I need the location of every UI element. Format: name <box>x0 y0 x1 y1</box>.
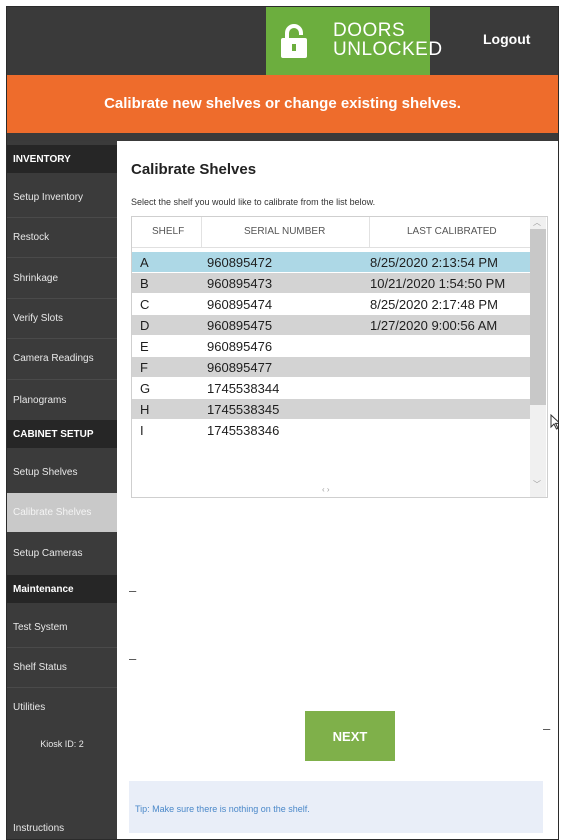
vertical-scrollbar[interactable]: ︿ ﹀ <box>530 217 546 497</box>
header-separator <box>7 133 558 141</box>
cell-shelf: I <box>140 423 144 438</box>
sidebar-section-inventory: INVENTORY <box>7 145 117 173</box>
doors-unlocked-badge: DOORS UNLOCKED <box>266 7 442 75</box>
tip-box: Tip: Make sure there is nothing on the s… <box>129 781 543 833</box>
cell-shelf: C <box>140 297 150 312</box>
column-header-serial-number[interactable]: SERIAL NUMBER <box>244 226 325 237</box>
cell-serial: 960895474 <box>207 297 273 312</box>
page-title: Calibrate Shelves <box>131 161 257 178</box>
cell-shelf: B <box>140 276 149 291</box>
cell-serial: 960895475 <box>207 318 273 333</box>
table-header: SHELF SERIAL NUMBER LAST CALIBRATED <box>132 217 530 248</box>
dash-marker: – <box>129 583 137 598</box>
column-header-shelf[interactable]: SHELF <box>152 226 184 237</box>
dash-marker: – <box>129 651 137 666</box>
doors-unlocked-text: DOORS UNLOCKED <box>333 21 443 59</box>
cell-shelf: D <box>140 318 150 333</box>
cell-serial: 1745538345 <box>207 402 280 417</box>
table-row[interactable]: F 960895477 <box>132 357 530 377</box>
cell-serial: 960895477 <box>207 360 273 375</box>
cell-shelf: H <box>140 402 150 417</box>
sidebar-item-restock[interactable]: Restock <box>7 218 117 257</box>
sidebar: INVENTORY Setup Inventory Restock Shrink… <box>7 141 117 839</box>
sidebar-item-setup-cameras[interactable]: Setup Cameras <box>7 534 117 573</box>
sidebar-section-maintenance: Maintenance <box>7 575 117 603</box>
cell-last-calibrated: 10/21/2020 1:54:50 PM <box>370 276 506 291</box>
cell-serial: 960895472 <box>207 255 273 270</box>
tip-text: Tip: Make sure there is nothing on the s… <box>135 804 310 814</box>
cell-serial: 960895476 <box>207 339 273 354</box>
sidebar-item-test-system[interactable]: Test System <box>7 608 117 647</box>
column-separator <box>201 217 202 247</box>
sidebar-item-shrinkage[interactable]: Shrinkage <box>7 259 117 298</box>
kiosk-id-label: Kiosk ID: 2 <box>40 739 84 749</box>
column-separator <box>369 217 370 247</box>
sidebar-divider <box>7 257 117 258</box>
sidebar-item-calibrate-shelves[interactable]: Calibrate Shelves <box>7 493 117 532</box>
sidebar-item-setup-inventory[interactable]: Setup Inventory <box>7 178 117 217</box>
shelf-table: SHELF SERIAL NUMBER LAST CALIBRATED A 96… <box>131 216 548 498</box>
horizontal-scroll-arrows-icon[interactable]: ‹ › <box>322 485 330 494</box>
banner-text: Calibrate new shelves or change existing… <box>104 95 461 112</box>
badge-line-2: UNLOCKED <box>333 39 443 60</box>
cell-last-calibrated: 1/27/2020 9:00:56 AM <box>370 318 498 333</box>
table-row[interactable]: C 960895474 8/25/2020 2:17:48 PM <box>132 294 530 314</box>
unlocked-padlock-icon <box>281 24 307 58</box>
cell-serial: 960895473 <box>207 276 273 291</box>
sidebar-item-camera-readings[interactable]: Camera Readings <box>7 339 117 378</box>
logout-button[interactable]: Logout <box>483 31 530 47</box>
top-bar: DOORS UNLOCKED Logout <box>7 7 558 75</box>
dash-marker: – <box>543 721 551 736</box>
page-subtitle: Select the shelf you would like to calib… <box>131 197 376 207</box>
next-button[interactable]: NEXT <box>305 711 395 761</box>
table-row[interactable]: E 960895476 <box>132 336 530 356</box>
scroll-up-icon[interactable]: ︿ <box>533 217 541 228</box>
instructions-link[interactable]: Instructions <box>13 823 64 834</box>
table-row[interactable]: I 1745538346 <box>132 420 530 440</box>
instruction-banner: Calibrate new shelves or change existing… <box>7 75 558 133</box>
sidebar-item-verify-slots[interactable]: Verify Slots <box>7 299 117 338</box>
scroll-down-icon[interactable]: ﹀ <box>533 479 541 490</box>
sidebar-section-cabinet-setup: CABINET SETUP <box>7 420 117 448</box>
kiosk-window: DOORS UNLOCKED Logout Calibrate new shel… <box>6 6 559 840</box>
sidebar-item-planograms[interactable]: Planograms <box>7 381 117 420</box>
table-row[interactable]: B 960895473 10/21/2020 1:54:50 PM <box>132 273 530 293</box>
cell-last-calibrated: 8/25/2020 2:13:54 PM <box>370 255 498 270</box>
sidebar-item-setup-shelves[interactable]: Setup Shelves <box>7 453 117 492</box>
cell-shelf: G <box>140 381 151 396</box>
cell-shelf: A <box>140 255 149 270</box>
table-row[interactable]: A 960895472 8/25/2020 2:13:54 PM <box>132 252 530 272</box>
cell-shelf: E <box>140 339 149 354</box>
sidebar-item-utilities[interactable]: Utilities <box>7 688 117 727</box>
cell-shelf: F <box>140 360 148 375</box>
cell-serial: 1745538346 <box>207 423 280 438</box>
sidebar-item-shelf-status[interactable]: Shelf Status <box>7 648 117 687</box>
column-header-last-calibrated[interactable]: LAST CALIBRATED <box>407 226 497 237</box>
sidebar-divider <box>7 379 117 380</box>
main-content: Calibrate Shelves Select the shelf you w… <box>117 141 558 839</box>
cell-last-calibrated: 8/25/2020 2:17:48 PM <box>370 297 498 312</box>
mouse-cursor-icon <box>550 414 558 430</box>
table-row[interactable]: G 1745538344 <box>132 378 530 398</box>
scrollbar-thumb[interactable] <box>530 229 546 405</box>
badge-line-1: DOORS <box>333 20 406 41</box>
table-row[interactable]: D 960895475 1/27/2020 9:00:56 AM <box>132 315 530 335</box>
table-row[interactable]: H 1745538345 <box>132 399 530 419</box>
cell-serial: 1745538344 <box>207 381 280 396</box>
